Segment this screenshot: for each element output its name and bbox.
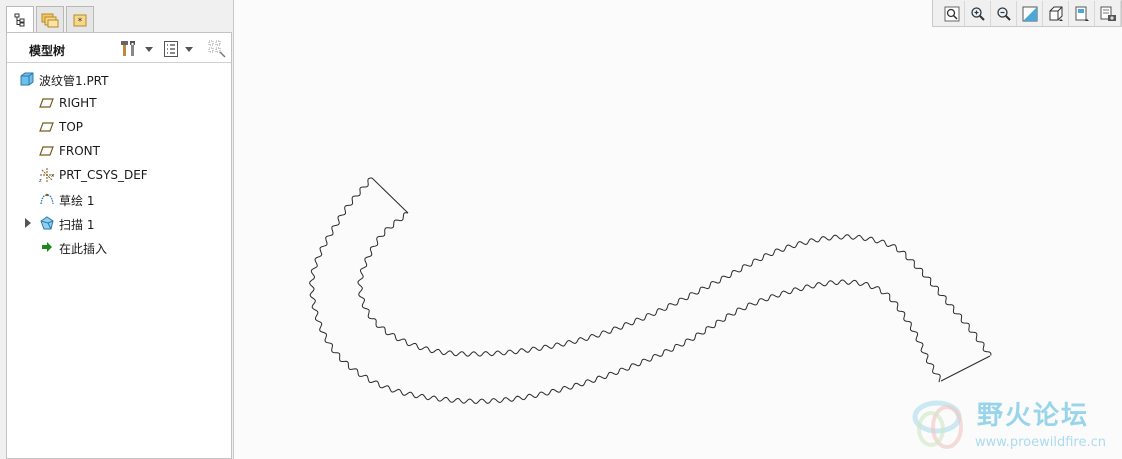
tree-item-label: RIGHT (59, 96, 97, 110)
datum-plane-icon (39, 98, 54, 108)
saved-views-button[interactable] (1069, 1, 1095, 26)
tree-item-right[interactable]: RIGHT (7, 91, 231, 115)
svg-text:*: * (78, 17, 83, 27)
tree-item-label: TOP (59, 120, 84, 134)
datum-plane-icon (39, 122, 54, 132)
tab-favorites[interactable]: * (66, 6, 94, 32)
saved-views-icon (1075, 6, 1089, 21)
tree-item-label: PRT_CSYS_DEF (59, 168, 148, 182)
sweep-start-cap (371, 177, 409, 214)
zoom-out-icon (996, 6, 1011, 21)
coordinate-system-icon: z x (39, 168, 54, 183)
tree-item-csys[interactable]: z x PRT_CSYS_DEF (7, 163, 231, 187)
folder-browser-tab-icon (41, 13, 59, 27)
show-dropdown-button[interactable] (163, 38, 193, 60)
model-tree-panel: * 模型树 波纹管1.PRT RIGHT TOP FRONT z x PRT_C… (0, 0, 234, 459)
view-toolbar (932, 0, 1122, 27)
insert-here-icon (42, 242, 52, 252)
expand-arrow-icon[interactable] (25, 218, 31, 228)
repaint-button[interactable] (1017, 1, 1043, 26)
refit-icon (944, 6, 959, 21)
watermark-url: www.proewildfire.cn (975, 435, 1106, 450)
watermark-logo-icon (912, 400, 963, 449)
chevron-down-icon (185, 46, 193, 52)
model-tree: 模型树 波纹管1.PRT RIGHT TOP FRONT z x PRT_CSY… (6, 32, 232, 459)
part-icon (20, 72, 34, 86)
tree-item-label: 波纹管1.PRT (39, 74, 109, 88)
display-style-button[interactable] (1043, 1, 1069, 26)
settings-dropdown-button[interactable] (119, 38, 153, 60)
view-manager-icon (1100, 6, 1116, 21)
sweep-outer-edge (309, 177, 941, 404)
tree-item-front[interactable]: FRONT (7, 139, 231, 163)
refit-button[interactable] (939, 1, 965, 26)
tree-filter-icon (208, 40, 226, 58)
svg-text:x: x (51, 173, 54, 179)
model-tree-title: 模型树 (29, 44, 66, 58)
sketch-icon (40, 193, 54, 205)
sweep-icon (40, 216, 54, 230)
chevron-down-icon (145, 46, 153, 52)
panel-tabs: * (6, 6, 94, 33)
tree-item-label: 草绘 1 (59, 194, 95, 208)
tree-item-label: 扫描 1 (59, 218, 95, 232)
repaint-icon (1022, 6, 1037, 21)
filter-button[interactable] (207, 38, 227, 60)
list-icon (164, 41, 178, 57)
tree-item-insert-here[interactable]: 在此插入 (7, 235, 231, 259)
watermark-title: 野火论坛 (977, 401, 1090, 431)
forum-watermark: 野火论坛 www.proewildfire.cn (905, 393, 1122, 459)
datum-plane-icon (39, 146, 54, 156)
tab-folder-browser[interactable] (36, 6, 64, 32)
tree-item-label: FRONT (59, 144, 100, 158)
tab-model-tree[interactable] (6, 6, 34, 33)
model-tree-header: 模型树 (7, 33, 231, 63)
zoom-in-icon (970, 6, 985, 21)
zoom-in-button[interactable] (965, 1, 991, 26)
view-manager-button[interactable] (1095, 1, 1121, 26)
favorites-tab-icon: * (73, 14, 87, 27)
tree-item-sweep[interactable]: 扫描 1 (7, 211, 231, 235)
model-tree-tab-icon (14, 13, 25, 27)
app-root: * 模型树 波纹管1.PRT RIGHT TOP FRONT z x PRT_C… (0, 0, 1122, 459)
svg-text:z: z (39, 178, 42, 183)
sweep-end-cap (940, 355, 991, 382)
tree-item-sketch[interactable]: 草绘 1 (7, 187, 231, 211)
display-style-icon (1049, 6, 1063, 21)
tree-item-part[interactable]: 波纹管1.PRT (7, 67, 231, 91)
tree-item-top[interactable]: TOP (7, 115, 231, 139)
sweep-inner-edge (357, 212, 992, 357)
tools-icon (121, 41, 135, 56)
model-tree-items: 波纹管1.PRT RIGHT TOP FRONT z x PRT_CSYS_DE… (7, 67, 231, 259)
tree-item-label: 在此插入 (59, 242, 108, 256)
zoom-out-button[interactable] (991, 1, 1017, 26)
